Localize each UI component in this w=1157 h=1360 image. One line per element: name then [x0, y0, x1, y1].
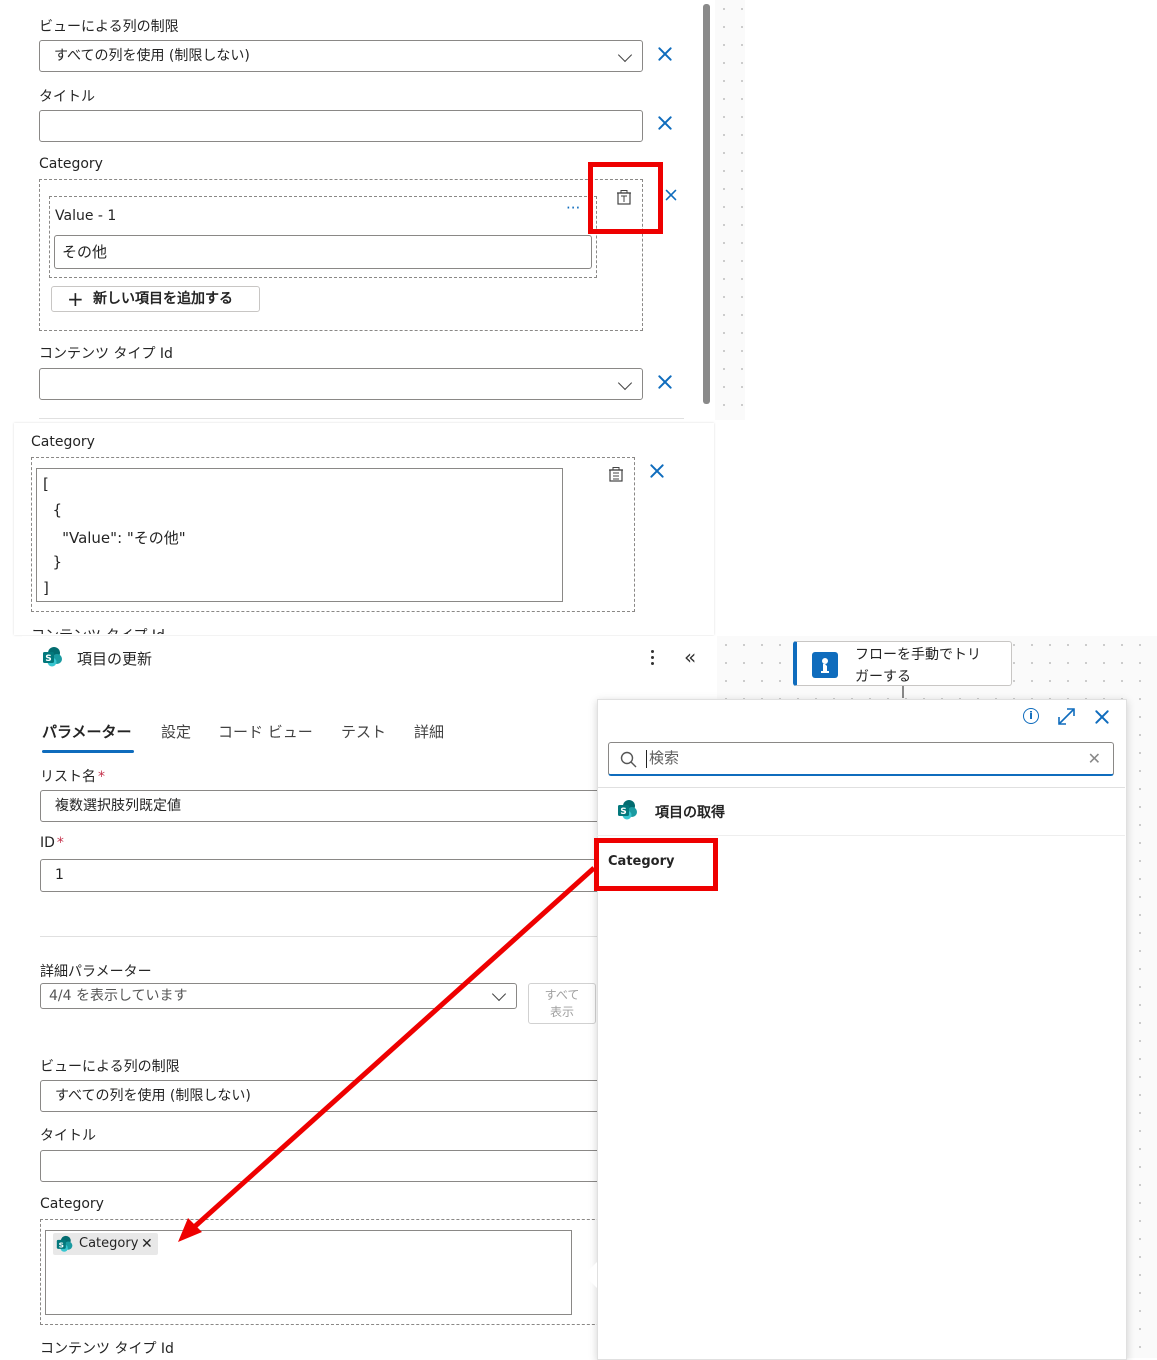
bottom-divider: [40, 936, 600, 937]
bottom-view-limit-label: ビューによる列の制限: [40, 1059, 180, 1075]
id-label-text: ID: [40, 835, 55, 851]
clear-content-type-icon[interactable]: [656, 373, 674, 391]
trigger-line1: フローを手動でトリ: [855, 647, 981, 663]
clear-middle-category-icon[interactable]: [648, 462, 666, 480]
close-popup-icon[interactable]: [1093, 708, 1111, 726]
add-item-label: 新しい項目を追加する: [93, 291, 233, 307]
tab-settings[interactable]: 設定: [161, 721, 191, 742]
top-scrollbar[interactable]: [703, 4, 710, 404]
flow-connector: [902, 686, 904, 698]
sharepoint-icon: S: [56, 1235, 73, 1252]
tab-test[interactable]: テスト: [341, 721, 386, 742]
category-label: Category: [39, 156, 103, 172]
json-editor[interactable]: [ { "Value": "その他" } ]: [36, 468, 563, 602]
category-token-label: Category: [79, 1236, 139, 1251]
bottom-category-label: Category: [40, 1196, 104, 1212]
json-line: ]: [43, 579, 49, 597]
dynamic-content-popup: [597, 699, 1127, 1360]
list-name-label: リスト名 *: [40, 766, 105, 786]
list-name-value: 複数選択肢列既定値: [55, 798, 181, 814]
clear-search-icon[interactable]: ✕: [1088, 743, 1101, 774]
bottom-content-type-label: コンテンツ タイプ Id: [40, 1341, 174, 1357]
group-title[interactable]: 項目の取得: [655, 802, 725, 822]
title-input[interactable]: [39, 110, 643, 142]
switch-to-array-mode-icon[interactable]: [609, 467, 623, 482]
id-value: 1: [55, 867, 64, 883]
top-canvas: [715, 0, 745, 420]
content-type-label: コンテンツ タイプ Id: [39, 346, 173, 362]
title-label: タイトル: [39, 89, 95, 105]
json-line: "Value": "その他": [43, 529, 186, 547]
chevron-down-icon: [617, 47, 633, 63]
json-line: {: [43, 501, 63, 519]
view-limit-value: すべての列を使用 (制限しない): [54, 48, 250, 64]
show-all-line2: 表示: [549, 1005, 574, 1019]
remove-token-icon[interactable]: ✕: [141, 1233, 153, 1255]
id-label: ID *: [40, 835, 64, 851]
svg-text:S: S: [45, 654, 51, 664]
highlight-text-mode-button: [588, 162, 663, 234]
category-token[interactable]: S Category ✕: [53, 1233, 158, 1255]
more-options-icon[interactable]: ···: [566, 199, 580, 217]
sharepoint-icon: S: [618, 800, 637, 820]
tab-code-view[interactable]: コード ビュー: [218, 721, 313, 742]
more-vertical-icon[interactable]: [651, 650, 655, 666]
view-limit-dropdown[interactable]: すべての列を使用 (制限しない): [39, 40, 643, 72]
json-line: }: [43, 553, 63, 571]
chevron-down-icon: [617, 375, 633, 391]
info-icon[interactable]: i: [1023, 708, 1039, 724]
add-item-button[interactable]: + 新しい項目を追加する: [51, 286, 260, 312]
collapse-panel-icon[interactable]: «: [684, 645, 696, 669]
plus-icon: +: [67, 287, 84, 311]
show-all-line1: すべて: [544, 988, 580, 1002]
expand-icon[interactable]: [1057, 707, 1076, 726]
clear-view-limit-icon[interactable]: [656, 45, 674, 63]
view-limit-label: ビューによる列の制限: [39, 19, 179, 35]
search-input[interactable]: 検索 ✕: [608, 742, 1114, 776]
manual-trigger-icon: [812, 652, 838, 678]
popup-pointer: [584, 1262, 597, 1288]
popup-divider: [597, 787, 1125, 788]
content-type-dropdown[interactable]: [39, 368, 643, 400]
required-marker: *: [56, 835, 64, 851]
active-tab-indicator: [42, 750, 134, 753]
list-name-label-text: リスト名: [40, 769, 96, 785]
list-name-dropdown[interactable]: 複数選択肢列既定値: [40, 790, 640, 822]
bottom-title-label: タイトル: [40, 1128, 96, 1144]
bottom-title-input[interactable]: [40, 1150, 640, 1182]
json-line: [: [43, 475, 49, 493]
chevron-down-icon: [491, 986, 507, 1002]
bottom-view-limit-dropdown[interactable]: すべての列を使用 (制限しない): [40, 1080, 640, 1112]
action-title: 項目の更新: [77, 650, 153, 668]
trigger-node[interactable]: フローを手動でトリ ガーする: [793, 641, 1012, 686]
bottom-view-limit-value: すべての列を使用 (制限しない): [55, 1088, 251, 1104]
advanced-params-value: 4/4 を表示しています: [49, 988, 188, 1004]
trigger-line2: ガーする: [855, 669, 911, 685]
value-item-label: Value - 1: [55, 208, 117, 224]
id-input[interactable]: 1: [40, 859, 640, 892]
search-cursor: [646, 750, 647, 768]
clear-category-icon[interactable]: [664, 188, 678, 202]
show-all-button[interactable]: すべて 表示: [528, 983, 596, 1024]
advanced-params-label: 詳細パラメーター: [40, 964, 152, 980]
tab-details[interactable]: 詳細: [414, 721, 444, 742]
svg-text:S: S: [620, 807, 626, 817]
top-divider: [39, 418, 684, 419]
middle-cut-label: コンテンツ タイプ Id: [31, 625, 165, 634]
sharepoint-icon: S: [43, 647, 62, 667]
tab-parameters[interactable]: パラメーター: [42, 721, 132, 742]
middle-category-label: Category: [31, 434, 95, 450]
advanced-params-dropdown[interactable]: 4/4 を表示しています: [40, 983, 517, 1009]
clear-title-icon[interactable]: [656, 114, 674, 132]
group-divider: [597, 835, 1125, 836]
middle-cut-label-clip: コンテンツ タイプ Id: [31, 624, 231, 634]
svg-text:S: S: [59, 1240, 64, 1249]
search-placeholder: 検索: [649, 749, 680, 767]
search-icon: [620, 751, 637, 768]
value-item-input[interactable]: その他: [54, 235, 592, 269]
highlight-category-item: [594, 838, 718, 891]
value-item-text: その他: [62, 243, 108, 261]
required-marker: *: [98, 769, 105, 785]
